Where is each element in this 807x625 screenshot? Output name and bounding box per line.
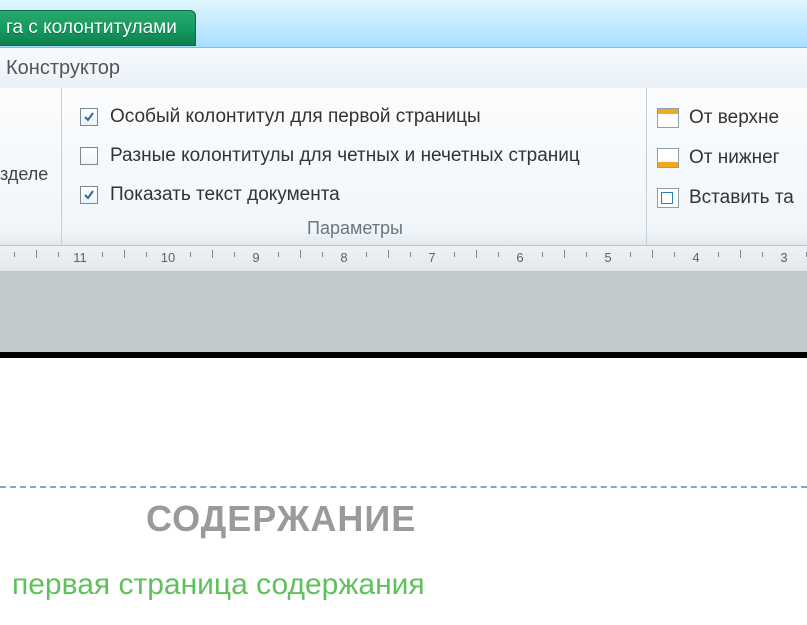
ribbon-group-options: Особый колонтитул для первой страницы Ра…	[62, 88, 647, 245]
checkbox-first-page-header[interactable]: Особый колонтитул для первой страницы	[80, 98, 630, 137]
checkbox-label: Особый колонтитул для первой страницы	[110, 106, 481, 128]
document-background	[0, 272, 807, 352]
ruler-number: 9	[252, 250, 259, 265]
check-icon	[84, 190, 94, 200]
tab-designer[interactable]: Конструктор	[2, 49, 138, 88]
ruler-tick	[278, 252, 279, 257]
ruler-number: 8	[340, 250, 347, 265]
document-page[interactable]: СОДЕРЖАНИЕ первая страница содержания	[0, 358, 807, 608]
document-subline[interactable]: первая страница содержания	[12, 568, 425, 602]
ruler-tick	[542, 252, 543, 257]
ribbon-partial-text: зделе	[0, 164, 48, 185]
ruler-number: 4	[692, 250, 699, 265]
header-boundary-line	[0, 486, 807, 488]
ruler-tick	[58, 252, 59, 257]
ruler-tick	[586, 252, 587, 257]
ruler-tick	[234, 252, 235, 257]
checkbox-icon	[80, 186, 98, 204]
ruler-number: 5	[604, 250, 611, 265]
position-label: От нижнег	[689, 147, 780, 169]
ruler-tick	[740, 250, 741, 258]
ruler-tick	[674, 252, 675, 257]
checkbox-icon	[80, 147, 98, 165]
footer-bottom-icon	[657, 148, 679, 168]
ruler-tick	[300, 250, 301, 258]
ruler-tick	[652, 250, 653, 258]
ruler-tick	[630, 252, 631, 257]
header-from-top-button[interactable]: От верхне	[657, 98, 805, 138]
ruler-tick	[388, 250, 389, 258]
header-top-icon	[657, 108, 679, 128]
ruler-tick	[190, 252, 191, 257]
check-icon	[84, 112, 94, 122]
ruler-number: 10	[161, 250, 175, 265]
ruler-tick	[564, 250, 565, 258]
insert-alignment-tab-button[interactable]: Вставить та	[657, 178, 805, 218]
ruler-number: 6	[516, 250, 523, 265]
ruler-number: 11	[73, 250, 87, 265]
checkbox-label: Разные колонтитулы для четных и нечетных…	[110, 145, 580, 167]
ribbon-group-left-partial: зделе	[0, 88, 62, 245]
ruler-tick	[14, 252, 15, 257]
titlebar: га с колонтитулами	[0, 0, 807, 48]
ruler-tick	[454, 252, 455, 257]
ruler-tick	[476, 250, 477, 258]
ruler-tick	[102, 252, 103, 257]
checkbox-icon	[80, 108, 98, 126]
ruler-tick	[718, 252, 719, 257]
ruler-tick	[124, 250, 125, 258]
ruler-number: 7	[428, 250, 435, 265]
ruler-tick	[36, 250, 37, 258]
checkbox-label: Показать текст документа	[110, 184, 340, 206]
ruler-tick	[762, 252, 763, 257]
ribbon-tabs: Конструктор	[0, 48, 807, 88]
ribbon-group-position: От верхне От нижнег Вставить та	[647, 88, 807, 245]
ruler-tick	[498, 252, 499, 257]
contextual-tab-title: га с колонтитулами	[0, 10, 196, 46]
ruler-number: 3	[780, 250, 787, 265]
ruler-tick	[322, 252, 323, 257]
checkbox-odd-even-headers[interactable]: Разные колонтитулы для четных и нечетных…	[80, 137, 630, 176]
footer-from-bottom-button[interactable]: От нижнег	[657, 138, 805, 178]
document-heading[interactable]: СОДЕРЖАНИЕ	[146, 498, 416, 540]
insert-tab-icon	[657, 188, 679, 208]
ruler-tick	[410, 252, 411, 257]
ruler-tick	[146, 252, 147, 257]
position-label: От верхне	[689, 107, 779, 129]
ribbon-group-label-options: Параметры	[80, 214, 630, 245]
ribbon: зделе Особый колонтитул для первой стран…	[0, 88, 807, 246]
horizontal-ruler[interactable]: 11 10 9 8 7 6 5 4 3	[0, 246, 807, 272]
ruler-tick	[366, 252, 367, 257]
checkbox-show-document-text[interactable]: Показать текст документа	[80, 175, 630, 214]
ruler-tick	[212, 250, 213, 258]
position-label: Вставить та	[689, 187, 794, 209]
